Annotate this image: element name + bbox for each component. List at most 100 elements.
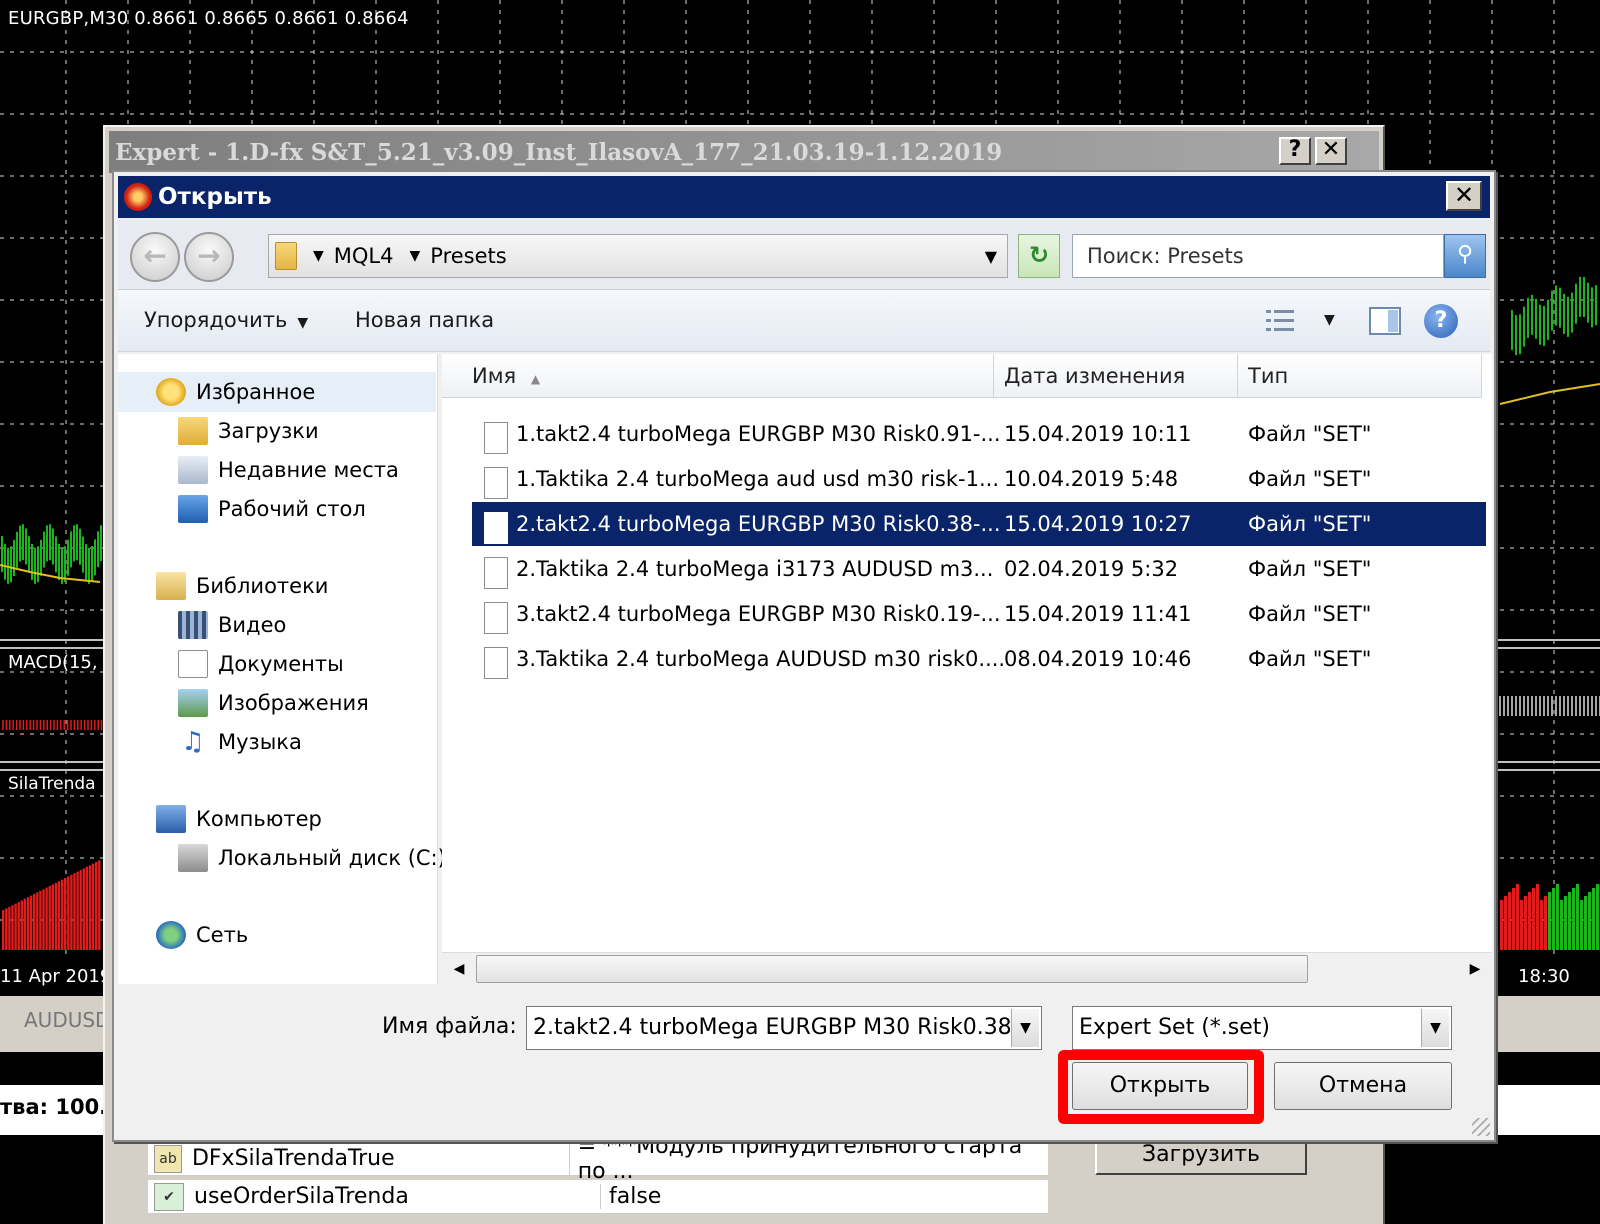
file-name: 3.takt2.4 turboMega EURGBP M30 Risk0.19-…: [516, 602, 1001, 626]
histogram-bar: [1524, 896, 1527, 950]
chevron-down-icon[interactable]: ▼: [410, 248, 421, 264]
histogram-bar: [20, 900, 23, 950]
search-input[interactable]: Поиск: Presets: [1072, 234, 1444, 278]
histogram-bar: [2, 910, 5, 950]
histogram-bar: [1536, 884, 1539, 950]
file-type: Файл "SET": [1248, 557, 1372, 581]
file-date: 08.04.2019 10:46: [1004, 647, 1192, 671]
search-icon: ⚲: [1456, 242, 1474, 267]
chevron-down-icon[interactable]: ▼: [1011, 1009, 1039, 1047]
sidebar-item-local-disk[interactable]: Локальный диск (C:): [178, 840, 446, 876]
sidebar-item-favorites[interactable]: Избранное: [156, 374, 315, 410]
column-name-label: Имя: [472, 364, 517, 388]
forward-button[interactable]: →: [184, 232, 234, 282]
file-type-select[interactable]: Expert Set (*.set) ▼: [1072, 1006, 1452, 1050]
chevron-down-icon[interactable]: ▼: [1421, 1009, 1449, 1047]
file-icon: [484, 647, 508, 679]
column-header-name[interactable]: Имя ▲: [442, 354, 994, 398]
histogram-bar: [1528, 892, 1531, 950]
histogram-bar: [11, 905, 14, 950]
histogram-bar: [5, 908, 8, 950]
help-icon[interactable]: ?: [1424, 304, 1458, 338]
param-row[interactable]: ab DFxSilaTrendaTrue = ***Модуль принуди…: [148, 1133, 1048, 1184]
string-param-icon: ab: [154, 1144, 182, 1173]
filename-label: Имя файла:: [382, 1014, 517, 1039]
file-row[interactable]: 3.takt2.4 turboMega EURGBP M30 Risk0.19-…: [472, 592, 1486, 636]
organize-button[interactable]: Упорядочить ▼: [144, 308, 308, 332]
file-row[interactable]: 2.Taktika 2.4 turboMega i3173 AUDUSD m3.…: [472, 547, 1486, 591]
breadcrumb-presets[interactable]: Presets: [430, 244, 506, 268]
scroll-right-icon[interactable]: ▶: [1460, 955, 1490, 983]
sidebar-item-computer[interactable]: Компьютер: [156, 801, 322, 837]
file-row[interactable]: 1.Taktika 2.4 turboMega aud usd m30 risk…: [472, 457, 1486, 501]
sidebar-item-desktop[interactable]: Рабочий стол: [178, 491, 366, 527]
sidebar-item-label: Изображения: [218, 691, 369, 715]
chart-tab-audusd[interactable]: AUDUSD: [24, 1008, 110, 1032]
horizontal-scrollbar[interactable]: ◀ ▶: [442, 952, 1492, 984]
sidebar-item-network[interactable]: Сеть: [156, 917, 248, 953]
file-icon: [484, 512, 508, 544]
file-row[interactable]: 2.takt2.4 turboMega EURGBP M30 Risk0.38-…: [472, 502, 1486, 546]
sidebar-item-music[interactable]: ♫ Музыка: [178, 724, 302, 760]
sidebar-item-label: Рабочий стол: [218, 497, 366, 521]
file-type: Файл "SET": [1248, 602, 1372, 626]
open-file-dialog: Открыть ✕ ← → ▼ MQL4 ▼ Presets ▼ ↻ Поиск…: [112, 170, 1496, 1142]
cancel-button[interactable]: Отмена: [1274, 1062, 1452, 1110]
new-folder-button[interactable]: Новая папка: [355, 308, 494, 332]
param-name: DFxSilaTrendaTrue: [191, 1146, 395, 1171]
sidebar-item-recent[interactable]: Недавние места: [178, 452, 399, 488]
column-header-type[interactable]: Тип: [1238, 354, 1482, 398]
filename-value: 2.takt2.4 turboMega EURGBP M30 Risk0.38-…: [533, 1015, 1034, 1040]
histogram-bar: [54, 882, 58, 950]
scroll-left-icon[interactable]: ◀: [444, 955, 474, 983]
resize-grip-icon[interactable]: [1472, 1118, 1490, 1136]
histogram-bar: [60, 879, 64, 950]
view-dropdown-icon[interactable]: ▼: [1324, 312, 1335, 328]
file-list: Имя ▲ Дата изменения Тип 1.takt2.4 turbo…: [442, 354, 1492, 984]
histogram-bar: [91, 863, 95, 950]
filename-field[interactable]: 2.takt2.4 turboMega EURGBP M30 Risk0.38-…: [526, 1006, 1042, 1050]
sidebar-item-label: Сеть: [196, 923, 249, 947]
histogram-bar: [36, 892, 39, 950]
help-button[interactable]: ?: [1279, 137, 1311, 165]
file-date: 15.04.2019 10:27: [1004, 512, 1192, 536]
column-header-date[interactable]: Дата изменения: [994, 354, 1238, 398]
sidebar-item-libraries[interactable]: Библиотеки: [156, 568, 328, 604]
histogram-bar: [57, 881, 61, 950]
preview-pane-icon[interactable]: [1368, 306, 1402, 336]
sidebar-item-downloads[interactable]: Загрузки: [178, 413, 319, 449]
refresh-button[interactable]: ↻: [1018, 234, 1060, 278]
video-icon: [178, 611, 208, 639]
search-button[interactable]: ⚲: [1444, 234, 1486, 278]
scroll-thumb[interactable]: [476, 955, 1308, 983]
back-button[interactable]: ←: [130, 232, 180, 282]
file-name: 1.takt2.4 turboMega EURGBP M30 Risk0.91-…: [516, 422, 1001, 446]
breadcrumb-mql4[interactable]: MQL4: [334, 244, 394, 268]
expert-close-button[interactable]: ✕: [1315, 137, 1347, 165]
folder-icon: [275, 242, 297, 270]
sidebar-item-images[interactable]: Изображения: [178, 685, 369, 721]
histogram-bar: [76, 871, 79, 950]
file-type-value: Expert Set (*.set): [1079, 1015, 1270, 1040]
file-row[interactable]: 3.Taktika 2.4 turboMega AUDUSD m30 risk0…: [472, 637, 1486, 681]
histogram-bar: [1584, 896, 1587, 950]
dialog-titlebar[interactable]: Открыть ✕: [118, 176, 1490, 218]
sidebar-item-documents[interactable]: Документы: [178, 646, 344, 682]
histogram-bar: [1564, 896, 1567, 950]
sidebar-item-video[interactable]: Видео: [178, 607, 286, 643]
histogram-bar: [1520, 900, 1523, 950]
param-row[interactable]: ✔ useOrderSilaTrenda false: [148, 1180, 1048, 1214]
dialog-close-button[interactable]: ✕: [1446, 181, 1482, 211]
chevron-down-icon[interactable]: ▼: [313, 248, 324, 264]
expert-titlebar[interactable]: Expert - 1.D-fx S&T_5.21_v3.09_Inst_Ilas…: [109, 131, 1379, 173]
histogram-bar: [1544, 896, 1547, 950]
histogram-bar: [1548, 892, 1551, 950]
file-date: 10.04.2019 5:48: [1004, 467, 1179, 491]
address-dropdown-icon[interactable]: ▼: [985, 247, 997, 266]
sidebar-item-label: Избранное: [196, 380, 316, 404]
star-icon: [156, 378, 186, 406]
file-row[interactable]: 1.takt2.4 turboMega EURGBP M30 Risk0.91-…: [472, 412, 1486, 456]
histogram-bar: [39, 890, 42, 950]
view-list-icon[interactable]: [1264, 306, 1298, 336]
address-bar[interactable]: ▼ MQL4 ▼ Presets ▼: [268, 234, 1008, 278]
